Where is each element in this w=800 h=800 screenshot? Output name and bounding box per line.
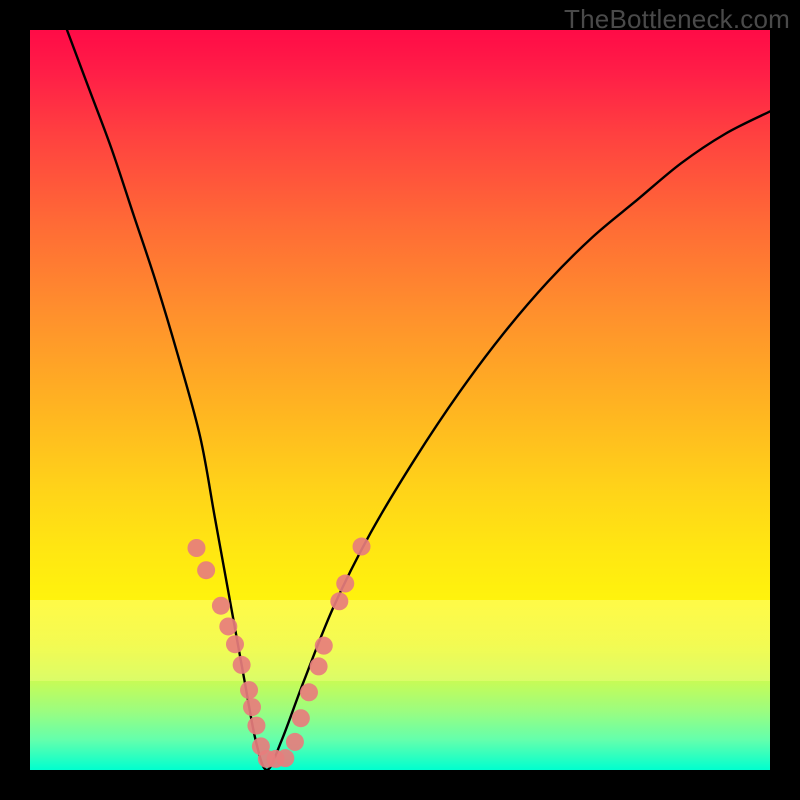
chart-frame: TheBottleneck.com — [0, 0, 800, 800]
curve-marker — [233, 656, 251, 674]
curve-marker — [219, 617, 237, 635]
curve-marker — [226, 635, 244, 653]
curve-marker — [292, 709, 310, 727]
curve-marker — [276, 749, 294, 767]
curve-marker — [240, 681, 258, 699]
curve-marker — [330, 592, 348, 610]
bottleneck-curve — [30, 30, 770, 770]
curve-marker — [197, 561, 215, 579]
curve-marker — [247, 717, 265, 735]
plot-area — [30, 30, 770, 770]
curve-marker — [310, 657, 328, 675]
curve-marker — [336, 575, 354, 593]
curve-marker — [315, 637, 333, 655]
curve-marker — [286, 733, 304, 751]
curve-marker — [243, 698, 261, 716]
curve-marker — [300, 683, 318, 701]
curve-marker — [188, 539, 206, 557]
curve-marker — [353, 538, 371, 556]
curve-marker — [212, 597, 230, 615]
